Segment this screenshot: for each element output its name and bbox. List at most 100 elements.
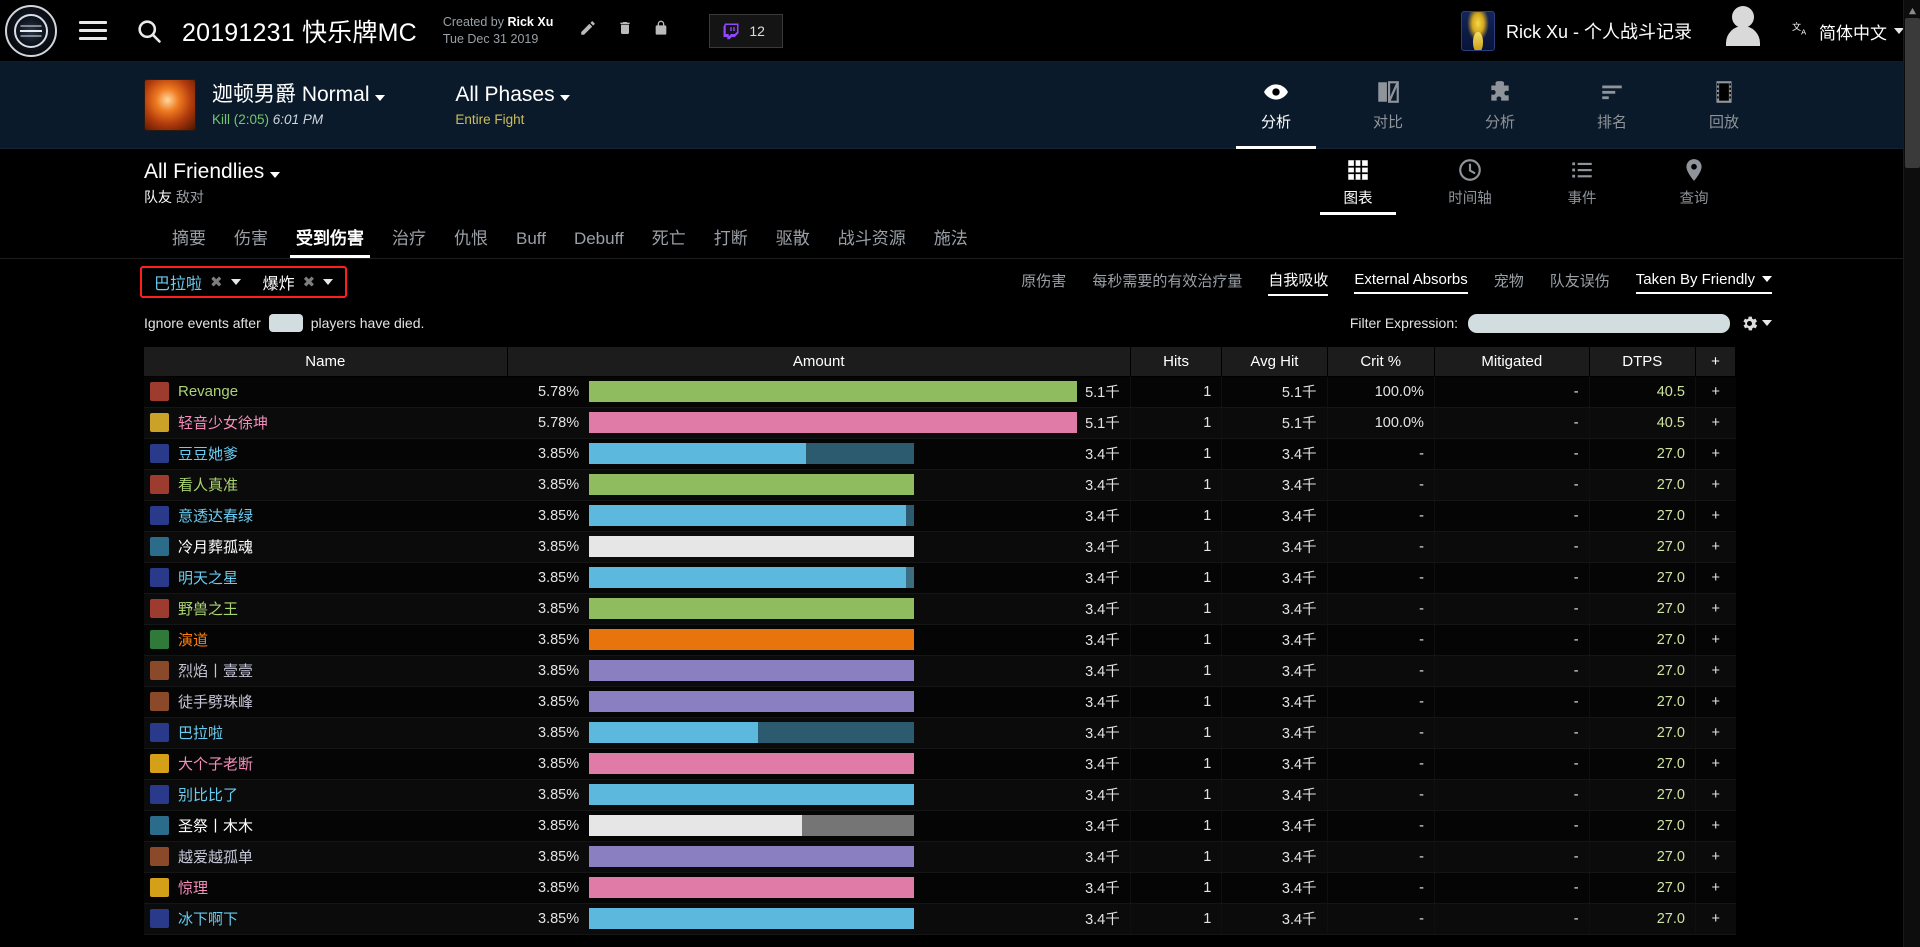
report-title[interactable]: 20191231 快乐牌MC xyxy=(182,13,417,49)
option-external-absorbs[interactable]: External Absorbs xyxy=(1354,271,1467,294)
menu-icon[interactable] xyxy=(70,21,116,40)
avatar[interactable] xyxy=(1714,2,1772,60)
chevron-down-icon[interactable] xyxy=(231,279,241,285)
cell-expand[interactable]: + xyxy=(1695,500,1735,531)
page-scrollbar[interactable] xyxy=(1903,0,1920,947)
view-events[interactable]: 事件 xyxy=(1526,149,1638,215)
friendlies-selector[interactable]: All Friendlies 队友 敌对 xyxy=(144,156,280,209)
nav-rankings[interactable]: 排名 xyxy=(1556,62,1668,149)
col-crit-pct[interactable]: Crit % xyxy=(1327,347,1434,376)
player-name[interactable]: 冷月葬孤魂 xyxy=(178,536,253,557)
enemy-toggle[interactable]: 敌对 xyxy=(176,189,204,205)
cell-expand[interactable]: + xyxy=(1695,779,1735,810)
gear-icon[interactable] xyxy=(1740,314,1772,333)
player-name[interactable]: Revange xyxy=(178,383,238,400)
chevron-down-icon[interactable] xyxy=(323,279,333,285)
tab-damage-done[interactable]: 伤害 xyxy=(220,224,282,258)
nav-replay[interactable]: 回放 xyxy=(1668,62,1780,149)
player-name[interactable]: 冰下啊下 xyxy=(178,908,238,929)
col-expand[interactable]: + xyxy=(1695,347,1735,376)
table-row[interactable]: Revange5.78%5.1千15.1千100.0%-40.5+ xyxy=(144,376,1736,407)
pencil-icon[interactable] xyxy=(579,19,597,42)
tab-threat[interactable]: 仇恨 xyxy=(440,224,502,258)
col-avg-hit[interactable]: Avg Hit xyxy=(1222,347,1327,376)
col-name[interactable]: Name xyxy=(144,347,507,376)
player-name[interactable]: 意透达春绿 xyxy=(178,505,253,526)
cell-expand[interactable]: + xyxy=(1695,407,1735,438)
table-row[interactable]: 明天之星3.85%3.4千13.4千--27.0+ xyxy=(144,562,1736,593)
language-selector[interactable]: 文 A 简体中文 xyxy=(1792,19,1904,44)
ignore-events-input[interactable] xyxy=(269,314,303,332)
tab-deaths[interactable]: 死亡 xyxy=(638,224,700,258)
table-row[interactable]: 意透达春绿3.85%3.4千13.4千--27.0+ xyxy=(144,500,1736,531)
lock-icon[interactable] xyxy=(653,19,669,42)
cell-expand[interactable]: + xyxy=(1695,624,1735,655)
nav-analyze[interactable]: 分析 xyxy=(1220,62,1332,149)
option-pets[interactable]: 宠物 xyxy=(1494,270,1524,295)
table-row[interactable]: 惊理3.85%3.4千13.4千--27.0+ xyxy=(144,872,1736,903)
guild-link[interactable]: Rick Xu - 个人战斗记录 xyxy=(1461,11,1692,51)
taken-by-friendly-dropdown[interactable]: Taken By Friendly xyxy=(1636,271,1772,294)
table-row[interactable]: 烈焰丨壹壹3.85%3.4千13.4千--27.0+ xyxy=(144,655,1736,686)
view-timeline[interactable]: 时间轴 xyxy=(1414,149,1526,215)
table-row[interactable]: 冰下啊下3.85%3.4千13.4千--27.0+ xyxy=(144,903,1736,934)
table-row[interactable]: 别比比了3.85%3.4千13.4千--27.0+ xyxy=(144,779,1736,810)
search-icon[interactable] xyxy=(132,17,166,45)
cell-expand[interactable]: + xyxy=(1695,562,1735,593)
close-icon[interactable]: ✖ xyxy=(210,273,223,291)
cell-expand[interactable]: + xyxy=(1695,438,1735,469)
table-row[interactable]: 轻音少女徐坤5.78%5.1千15.1千100.0%-40.5+ xyxy=(144,407,1736,438)
table-row[interactable]: 演道3.85%3.4千13.4千--27.0+ xyxy=(144,624,1736,655)
option-self-absorbs[interactable]: 自我吸收 xyxy=(1268,269,1328,296)
cell-expand[interactable]: + xyxy=(1695,655,1735,686)
player-name[interactable]: 野兽之王 xyxy=(178,598,238,619)
cell-expand[interactable]: + xyxy=(1695,376,1735,407)
view-charts[interactable]: 图表 xyxy=(1302,149,1414,215)
site-logo[interactable] xyxy=(0,0,62,62)
player-name[interactable]: 惊理 xyxy=(178,877,208,898)
cell-expand[interactable]: + xyxy=(1695,748,1735,779)
nav-puzzle-analyze[interactable]: 分析 xyxy=(1444,62,1556,149)
player-name[interactable]: 轻音少女徐坤 xyxy=(178,412,268,433)
player-name[interactable]: 巴拉啦 xyxy=(178,722,223,743)
cell-expand[interactable]: + xyxy=(1695,593,1735,624)
trash-icon[interactable] xyxy=(617,19,633,42)
table-row[interactable]: 看人真准3.85%3.4千13.4千--27.0+ xyxy=(144,469,1736,500)
table-row[interactable]: 圣祭丨木木3.85%3.4千13.4千--27.0+ xyxy=(144,810,1736,841)
option-raw-damage[interactable]: 原伤害 xyxy=(1021,270,1066,295)
table-row[interactable]: 巴拉啦3.85%3.4千13.4千--27.0+ xyxy=(144,717,1736,748)
cell-expand[interactable]: + xyxy=(1695,469,1735,500)
table-row[interactable]: 大个子老断3.85%3.4千13.4千--27.0+ xyxy=(144,748,1736,779)
created-by-name[interactable]: Rick Xu xyxy=(507,15,553,29)
tab-summary[interactable]: 摘要 xyxy=(158,224,220,258)
table-row[interactable]: 豆豆她爹3.85%3.4千13.4千--27.0+ xyxy=(144,438,1736,469)
cell-expand[interactable]: + xyxy=(1695,872,1735,903)
cell-expand[interactable]: + xyxy=(1695,717,1735,748)
cell-expand[interactable]: + xyxy=(1695,841,1735,872)
col-amount[interactable]: Amount xyxy=(507,347,1130,376)
table-row[interactable]: 野兽之王3.85%3.4千13.4千--27.0+ xyxy=(144,593,1736,624)
friendly-toggle[interactable]: 队友 xyxy=(144,189,172,205)
cell-expand[interactable]: + xyxy=(1695,686,1735,717)
tab-healing[interactable]: 治疗 xyxy=(378,224,440,258)
player-name[interactable]: 徒手劈珠峰 xyxy=(178,691,253,712)
filter-chip-ability[interactable]: 爆炸 ✖ xyxy=(263,270,334,294)
tab-casts[interactable]: 施法 xyxy=(920,224,982,258)
player-name[interactable]: 演道 xyxy=(178,629,208,650)
cell-expand[interactable]: + xyxy=(1695,531,1735,562)
cell-expand[interactable]: + xyxy=(1695,903,1735,934)
tab-interrupts[interactable]: 打断 xyxy=(700,224,762,258)
tab-buffs[interactable]: Buff xyxy=(502,229,560,258)
tab-dispels[interactable]: 驱散 xyxy=(762,224,824,258)
table-row[interactable]: 冷月葬孤魂3.85%3.4千13.4千--27.0+ xyxy=(144,531,1736,562)
player-name[interactable]: 看人真准 xyxy=(178,474,238,495)
col-mitigated[interactable]: Mitigated xyxy=(1434,347,1589,376)
cell-expand[interactable]: + xyxy=(1695,810,1735,841)
view-query[interactable]: 查询 xyxy=(1638,149,1750,215)
option-effective-hps[interactable]: 每秒需要的有效治疗量 xyxy=(1092,270,1242,295)
filter-expression-input[interactable] xyxy=(1468,314,1730,333)
nav-compare[interactable]: 对比 xyxy=(1332,62,1444,149)
player-name[interactable]: 明天之星 xyxy=(178,567,238,588)
player-name[interactable]: 豆豆她爹 xyxy=(178,443,238,464)
twitch-viewers-button[interactable]: 12 xyxy=(709,14,783,48)
